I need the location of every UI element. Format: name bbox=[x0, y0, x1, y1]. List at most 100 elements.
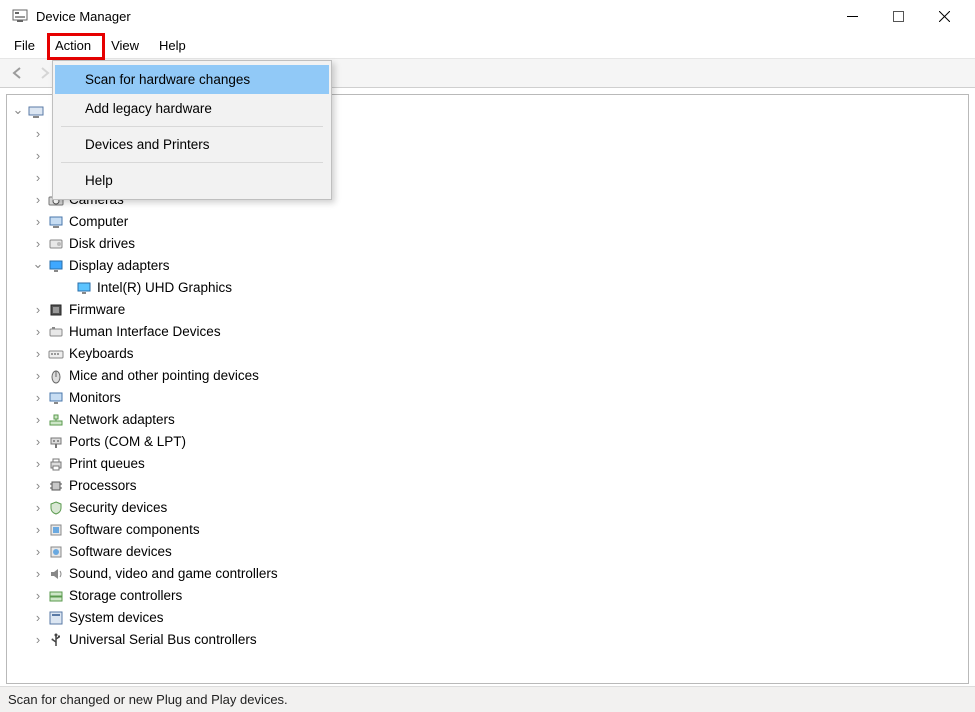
tree-item-computer[interactable]: Computer bbox=[11, 211, 964, 233]
tree-item-disk-drives[interactable]: Disk drives bbox=[11, 233, 964, 255]
tree-expand-arrow[interactable] bbox=[31, 321, 45, 344]
tree-expand-arrow[interactable] bbox=[31, 431, 45, 454]
tree-item-label: Sound, video and game controllers bbox=[69, 563, 278, 585]
tree-item-universal-serial-bus-controllers[interactable]: Universal Serial Bus controllers bbox=[11, 629, 964, 651]
tree-item-label: Security devices bbox=[69, 497, 167, 519]
tree-item-label: Intel(R) UHD Graphics bbox=[97, 277, 232, 299]
tree-item-keyboards[interactable]: Keyboards bbox=[11, 343, 964, 365]
software-comp-icon bbox=[47, 521, 65, 539]
tree-expand-arrow[interactable] bbox=[31, 607, 45, 630]
tree-item-label: Software devices bbox=[69, 541, 172, 563]
maximize-button[interactable] bbox=[875, 1, 921, 31]
menu-action[interactable]: Action bbox=[45, 32, 101, 58]
tree-item-label: Storage controllers bbox=[69, 585, 182, 607]
tree-item-monitors[interactable]: Monitors bbox=[11, 387, 964, 409]
action-dropdown: Scan for hardware changes Add legacy har… bbox=[52, 60, 332, 200]
tree-expand-arrow[interactable] bbox=[31, 387, 45, 410]
tree-item-label: Processors bbox=[69, 475, 137, 497]
tree-expand-arrow[interactable] bbox=[31, 211, 45, 234]
tree-expand-arrow[interactable] bbox=[31, 453, 45, 476]
tree-expand-arrow[interactable] bbox=[31, 519, 45, 542]
window-title: Device Manager bbox=[36, 9, 131, 24]
tree-expand-arrow[interactable] bbox=[31, 299, 45, 322]
ports-icon bbox=[47, 433, 65, 451]
dropdown-add-legacy-hardware[interactable]: Add legacy hardware bbox=[55, 94, 329, 123]
tree-item-system-devices[interactable]: System devices bbox=[11, 607, 964, 629]
tree-item-firmware[interactable]: Firmware bbox=[11, 299, 964, 321]
tree-expand-arrow[interactable] bbox=[31, 475, 45, 498]
menu-file[interactable]: File bbox=[4, 32, 45, 58]
network-icon bbox=[47, 411, 65, 429]
tree-item-label: Software components bbox=[69, 519, 200, 541]
printer-icon bbox=[47, 455, 65, 473]
menu-help[interactable]: Help bbox=[149, 32, 196, 58]
tree-item-print-queues[interactable]: Print queues bbox=[11, 453, 964, 475]
tree-item-human-interface-devices[interactable]: Human Interface Devices bbox=[11, 321, 964, 343]
minimize-button[interactable] bbox=[829, 1, 875, 31]
security-icon bbox=[47, 499, 65, 517]
software-dev-icon bbox=[47, 543, 65, 561]
tree-item-label: Network adapters bbox=[69, 409, 175, 431]
menubar: File Action View Help bbox=[0, 32, 975, 58]
tree-expand-arrow[interactable] bbox=[31, 255, 45, 278]
tree-item-ports-com-lpt-[interactable]: Ports (COM & LPT) bbox=[11, 431, 964, 453]
computer-icon bbox=[47, 213, 65, 231]
tree-expand-arrow[interactable] bbox=[31, 123, 45, 146]
tree-expand-arrow[interactable] bbox=[31, 233, 45, 256]
dropdown-help[interactable]: Help bbox=[55, 166, 329, 195]
tree-item-label: Disk drives bbox=[69, 233, 135, 255]
nav-back-button[interactable] bbox=[6, 61, 30, 85]
tree-item-security-devices[interactable]: Security devices bbox=[11, 497, 964, 519]
computer-root-icon bbox=[27, 103, 45, 121]
tree-expand-arrow[interactable] bbox=[31, 497, 45, 520]
tree-item-software-devices[interactable]: Software devices bbox=[11, 541, 964, 563]
tree-expand-arrow[interactable] bbox=[31, 563, 45, 586]
dropdown-scan-hardware[interactable]: Scan for hardware changes bbox=[55, 65, 329, 94]
tree-item-mice-and-other-pointing-devices[interactable]: Mice and other pointing devices bbox=[11, 365, 964, 387]
tree-item-intel-r-uhd-graphics[interactable]: Intel(R) UHD Graphics bbox=[11, 277, 964, 299]
tree-expand-arrow[interactable] bbox=[31, 365, 45, 388]
statusbar-text: Scan for changed or new Plug and Play de… bbox=[8, 692, 288, 707]
dropdown-separator bbox=[61, 126, 323, 127]
tree-item-label: Human Interface Devices bbox=[69, 321, 221, 343]
monitor-icon bbox=[47, 389, 65, 407]
tree-item-network-adapters[interactable]: Network adapters bbox=[11, 409, 964, 431]
system-icon bbox=[47, 609, 65, 627]
tree-item-label: System devices bbox=[69, 607, 164, 629]
cpu-icon bbox=[47, 477, 65, 495]
dropdown-separator bbox=[61, 162, 323, 163]
keyboard-icon bbox=[47, 345, 65, 363]
tree-expand-arrow[interactable] bbox=[31, 541, 45, 564]
dropdown-devices-printers[interactable]: Devices and Printers bbox=[55, 130, 329, 159]
tree-item-display-adapters[interactable]: Display adapters bbox=[11, 255, 964, 277]
tree-expand-arrow[interactable] bbox=[11, 101, 25, 124]
disk-icon bbox=[47, 235, 65, 253]
tree-expand-arrow[interactable] bbox=[31, 409, 45, 432]
tree-expand-arrow[interactable] bbox=[31, 189, 45, 212]
sound-icon bbox=[47, 565, 65, 583]
tree-item-processors[interactable]: Processors bbox=[11, 475, 964, 497]
tree-item-label: Computer bbox=[69, 211, 128, 233]
menu-view[interactable]: View bbox=[101, 32, 149, 58]
hid-icon bbox=[47, 323, 65, 341]
tree-item-label: Print queues bbox=[69, 453, 145, 475]
tree-expand-arrow[interactable] bbox=[31, 629, 45, 652]
tree-expand-arrow[interactable] bbox=[31, 343, 45, 366]
gpu-icon bbox=[75, 279, 93, 297]
tree-item-software-components[interactable]: Software components bbox=[11, 519, 964, 541]
tree-expand-arrow[interactable] bbox=[31, 167, 45, 190]
tree-item-sound-video-and-game-controllers[interactable]: Sound, video and game controllers bbox=[11, 563, 964, 585]
usb-icon bbox=[47, 631, 65, 649]
tree-item-storage-controllers[interactable]: Storage controllers bbox=[11, 585, 964, 607]
close-button[interactable] bbox=[921, 1, 967, 31]
tree-expand-arrow[interactable] bbox=[31, 585, 45, 608]
tree-item-label: Mice and other pointing devices bbox=[69, 365, 259, 387]
mouse-icon bbox=[47, 367, 65, 385]
app-icon bbox=[12, 8, 28, 24]
tree-item-label: Display adapters bbox=[69, 255, 170, 277]
firmware-icon bbox=[47, 301, 65, 319]
tree-item-label: Ports (COM & LPT) bbox=[69, 431, 186, 453]
tree-expand-arrow[interactable] bbox=[31, 145, 45, 168]
tree-item-label: Universal Serial Bus controllers bbox=[69, 629, 257, 651]
display-icon bbox=[47, 257, 65, 275]
